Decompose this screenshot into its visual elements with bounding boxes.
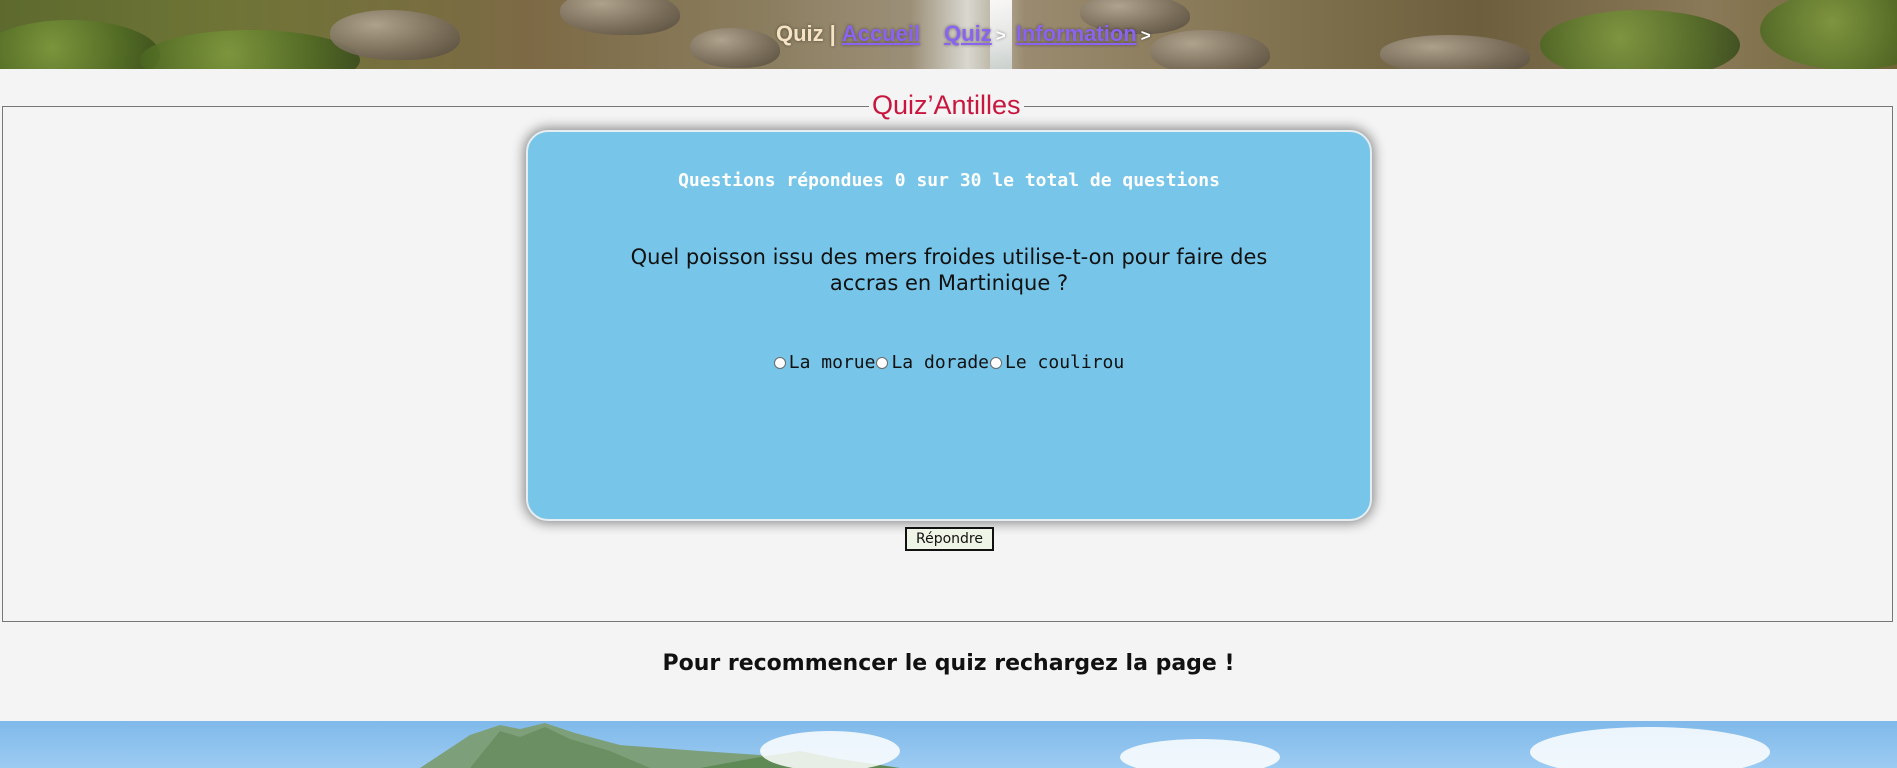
banner-foliage xyxy=(1760,0,1897,69)
choice-dorade[interactable]: La dorade xyxy=(875,352,989,373)
choice-label: La dorade xyxy=(891,352,990,373)
progress-text: Questions répondues 0 sur 30 le total de… xyxy=(678,170,1220,191)
question-card: Questions répondues 0 sur 30 le total de… xyxy=(526,130,1372,521)
nav-arrow-icon: > xyxy=(1140,26,1151,45)
choice-label: Le coulirou xyxy=(1005,352,1125,373)
footer-banner xyxy=(0,721,1897,768)
banner-foliage xyxy=(1540,10,1740,69)
choice-label: La morue xyxy=(788,352,876,373)
main-nav: Quiz | Accueil Quiz > Information > xyxy=(776,21,1161,51)
banner-rock xyxy=(1150,30,1270,69)
question-text: Quel poisson issu des mers froides utili… xyxy=(630,245,1268,295)
nav-link-quiz[interactable]: Quiz xyxy=(944,21,992,47)
quiz-legend: Quiz’Antilles xyxy=(869,89,1024,121)
header-banner: Quiz | Accueil Quiz > Information > xyxy=(0,0,1897,69)
radio-button[interactable] xyxy=(990,356,1003,369)
choice-morue[interactable]: La morue xyxy=(773,352,876,373)
banner-rock xyxy=(690,28,780,68)
nav-brand: Quiz xyxy=(776,21,824,46)
choice-coulirou[interactable]: Le coulirou xyxy=(989,352,1124,373)
radio-button[interactable] xyxy=(876,356,889,369)
cloud xyxy=(760,731,900,768)
banner-rock xyxy=(330,10,460,60)
nav-arrow-icon: > xyxy=(995,26,1006,45)
banner-rock xyxy=(560,0,680,35)
banner-foliage xyxy=(0,20,160,69)
nav-link-accueil[interactable]: Accueil xyxy=(842,21,920,47)
restart-message: Pour recommencer le quiz rechargez la pa… xyxy=(662,651,1235,676)
banner-foliage xyxy=(140,30,360,69)
submit-answer-button[interactable]: Répondre xyxy=(905,527,994,551)
banner-rock xyxy=(1380,35,1530,69)
nav-link-information[interactable]: Information xyxy=(1016,21,1137,47)
answer-choices: La morue La dorade Le coulirou xyxy=(0,352,1897,373)
radio-button[interactable] xyxy=(773,356,786,369)
nav-separator: | xyxy=(829,21,836,46)
cloud xyxy=(1120,739,1280,768)
